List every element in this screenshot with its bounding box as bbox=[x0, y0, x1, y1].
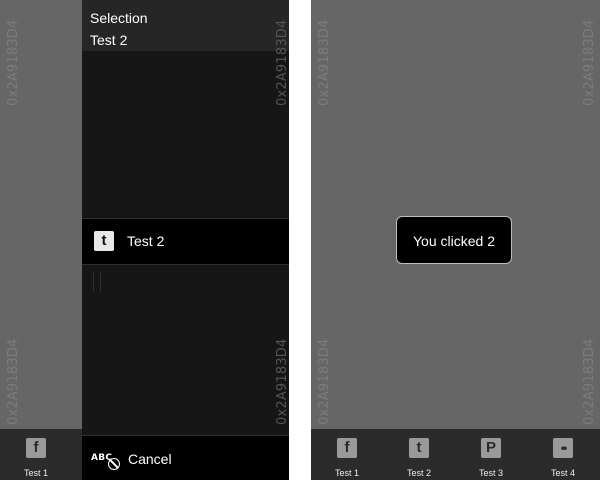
tab-test-3[interactable]: P Test 3 bbox=[463, 429, 519, 480]
watermark: 0x2A9183D4 bbox=[6, 19, 21, 107]
tab-test-1[interactable]: f Test 1 bbox=[8, 429, 64, 480]
list-item-test-2[interactable]: t Test 2 bbox=[82, 218, 289, 265]
cancel-label: Cancel bbox=[128, 451, 172, 467]
right-screen: 0x2A9183D4 0x2A9183D4 0x2A9183D4 0x2A918… bbox=[311, 0, 600, 480]
cancel-button[interactable]: ABC Cancel bbox=[82, 435, 289, 480]
facebook-icon: f bbox=[26, 438, 46, 458]
tab-test-2[interactable]: t Test 2 bbox=[391, 429, 447, 480]
watermark: 0x2A9183D4 bbox=[6, 338, 21, 426]
tab-label: Test 1 bbox=[23, 468, 48, 478]
left-screen: 0x2A9183D4 0x2A9183D4 f Test 1 Selection… bbox=[0, 0, 289, 480]
abc-cancel-icon: ABC bbox=[91, 448, 121, 470]
watermark: 0x2A9183D4 bbox=[275, 338, 289, 426]
pinterest-icon: P bbox=[481, 438, 501, 458]
tumblr-icon: t bbox=[94, 231, 114, 251]
sheet-title: Selection bbox=[90, 10, 148, 26]
tab-label: Test 4 bbox=[550, 468, 575, 478]
facebook-icon: f bbox=[337, 438, 357, 458]
toast-message: You clicked 2 bbox=[396, 216, 512, 264]
tumblr-icon: t bbox=[409, 438, 429, 458]
tab-label: Test 2 bbox=[406, 468, 431, 478]
scroll-handle[interactable] bbox=[93, 272, 101, 292]
tab-test-1[interactable]: f Test 1 bbox=[319, 429, 375, 480]
watermark: 0x2A9183D4 bbox=[317, 338, 332, 426]
tab-label: Test 3 bbox=[478, 468, 503, 478]
watermark: 0x2A9183D4 bbox=[275, 19, 289, 107]
sheet-header: Selection Test 2 bbox=[82, 0, 289, 51]
selection-sheet: Selection Test 2 t Test 2 ABC Cancel 0x2… bbox=[82, 0, 289, 480]
watermark: 0x2A9183D4 bbox=[582, 19, 597, 107]
watermark: 0x2A9183D4 bbox=[317, 19, 332, 107]
tab-label: Test 1 bbox=[334, 468, 359, 478]
tab-bar: f Test 1 t Test 2 P Test 3 •• Test 4 bbox=[311, 429, 600, 480]
toast-text: You clicked 2 bbox=[413, 233, 495, 249]
watermark: 0x2A9183D4 bbox=[582, 338, 597, 426]
flickr-icon: •• bbox=[553, 438, 573, 458]
tab-test-4[interactable]: •• Test 4 bbox=[535, 429, 591, 480]
list-item-label: Test 2 bbox=[127, 233, 165, 249]
selected-value: Test 2 bbox=[90, 32, 128, 48]
